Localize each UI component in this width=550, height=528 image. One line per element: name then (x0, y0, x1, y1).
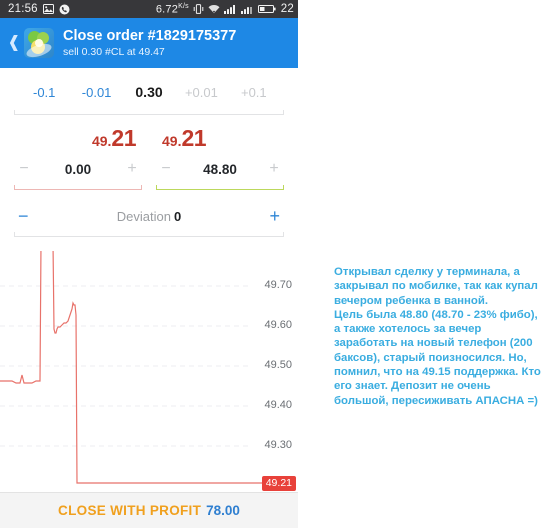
status-bar: 21:56 6.72K/s 22 (0, 0, 298, 18)
wifi-icon (208, 4, 220, 14)
sl-tp-steppers: − 0.00 + − 48.80 + (0, 156, 298, 190)
chart-ytick-0: 49.70 (264, 279, 292, 291)
app-bar-titles: Close order #1829175377 sell 0.30 #CL at… (63, 28, 236, 59)
battery-percent: 22 (280, 3, 294, 15)
take-profit-stepper: − 48.80 + (156, 156, 284, 190)
take-profit-value[interactable]: 48.80 (203, 162, 237, 177)
data-rate-unit: K/s (178, 2, 189, 10)
chart-ytick-4: 49.30 (264, 439, 292, 451)
price-row: 49. 21 49. 21 (0, 115, 298, 156)
vibrate-icon (193, 4, 204, 14)
annotation-text: Открывал сделку у терминала, а закрывал … (334, 265, 546, 408)
take-profit-plus-button[interactable]: + (268, 161, 280, 177)
app-logo-icon (24, 28, 54, 58)
deviation-value: 0 (173, 208, 182, 224)
annotation-paragraph-2: Цель была 48.80 (48.70 - 23% фибо), а та… (334, 308, 541, 407)
chevron-left-icon[interactable]: ❰ (6, 35, 22, 51)
photo-icon (42, 4, 54, 14)
signal2-icon (240, 4, 254, 14)
data-rate: 6.72K/s (156, 3, 189, 16)
chart-ytick-2: 49.50 (264, 359, 292, 371)
page-subtitle: sell 0.30 #CL at 49.47 (63, 45, 165, 58)
chart-ytick-3: 49.40 (264, 399, 292, 411)
stop-loss-underline (14, 182, 142, 190)
annotation-paragraph-1: Открывал сделку у терминала, а закрывал … (334, 266, 538, 307)
price-chart[interactable]: 49.70 49.60 49.50 49.40 49.30 49.21 (0, 251, 298, 494)
take-profit-minus-button[interactable]: − (160, 161, 172, 177)
chart-last-price-badge: 49.21 (261, 476, 296, 491)
volume-minus-001-button[interactable]: -0.01 (70, 85, 122, 100)
ask-price: 49. 21 (162, 125, 207, 151)
close-with-profit-button[interactable]: CLOSE WITH PROFIT 78.00 (0, 492, 298, 528)
status-bar-right: 6.72K/s 22 (156, 3, 294, 16)
close-button-value: 78.00 (206, 503, 240, 518)
volume-plus-001-button[interactable]: +0.01 (175, 85, 227, 100)
stop-loss-minus-button[interactable]: − (18, 161, 30, 177)
phone-clock-icon (59, 4, 70, 15)
deviation-section: − Deviation 0 + (0, 190, 298, 237)
chart-ytick-1: 49.60 (264, 319, 292, 331)
volume-plus-01-button[interactable]: +0.1 (228, 85, 280, 100)
bid-price: 49. 21 (91, 125, 137, 151)
chart-gridlines (0, 285, 248, 447)
take-profit-row: − 48.80 + (156, 156, 284, 182)
deviation-label-text: Deviation (116, 208, 171, 224)
volume-minus-01-button[interactable]: -0.1 (18, 85, 70, 100)
status-bar-left: 21:56 (8, 3, 70, 15)
volume-underline (14, 106, 284, 115)
stop-loss-plus-button[interactable]: + (126, 161, 138, 177)
stop-loss-value[interactable]: 0.00 (65, 162, 91, 177)
ask-price-dec: 21 (181, 125, 207, 151)
chart-svg (0, 251, 298, 494)
app-bar: ❰ Close order #1829175377 sell 0.30 #CL … (0, 18, 298, 68)
deviation-minus-button[interactable]: − (18, 207, 29, 225)
stop-loss-row: − 0.00 + (14, 156, 142, 182)
deviation-underline (14, 228, 284, 237)
phone-screen: 21:56 6.72K/s 22 ❰ Close order #18291753… (0, 0, 298, 528)
deviation-row: − Deviation 0 + (0, 204, 298, 228)
take-profit-underline (156, 182, 284, 190)
ask-price-int: 49. (162, 133, 182, 149)
deviation-plus-button[interactable]: + (269, 207, 280, 225)
status-time: 21:56 (8, 3, 38, 15)
stop-loss-stepper: − 0.00 + (14, 156, 142, 190)
volume-value[interactable]: 0.30 (123, 84, 175, 100)
close-button-label: CLOSE WITH PROFIT (58, 503, 202, 518)
signal-icon (223, 4, 237, 14)
page-title: Close order #1829175377 (63, 27, 237, 44)
battery-icon (257, 4, 276, 14)
bid-price-int: 49. (91, 133, 112, 149)
bid-price-dec: 21 (111, 125, 136, 151)
data-rate-value: 6.72 (155, 3, 179, 16)
volume-adjust-row: -0.1 -0.01 0.30 +0.01 +0.1 (0, 68, 298, 106)
deviation-label: Deviation 0 (117, 209, 181, 224)
